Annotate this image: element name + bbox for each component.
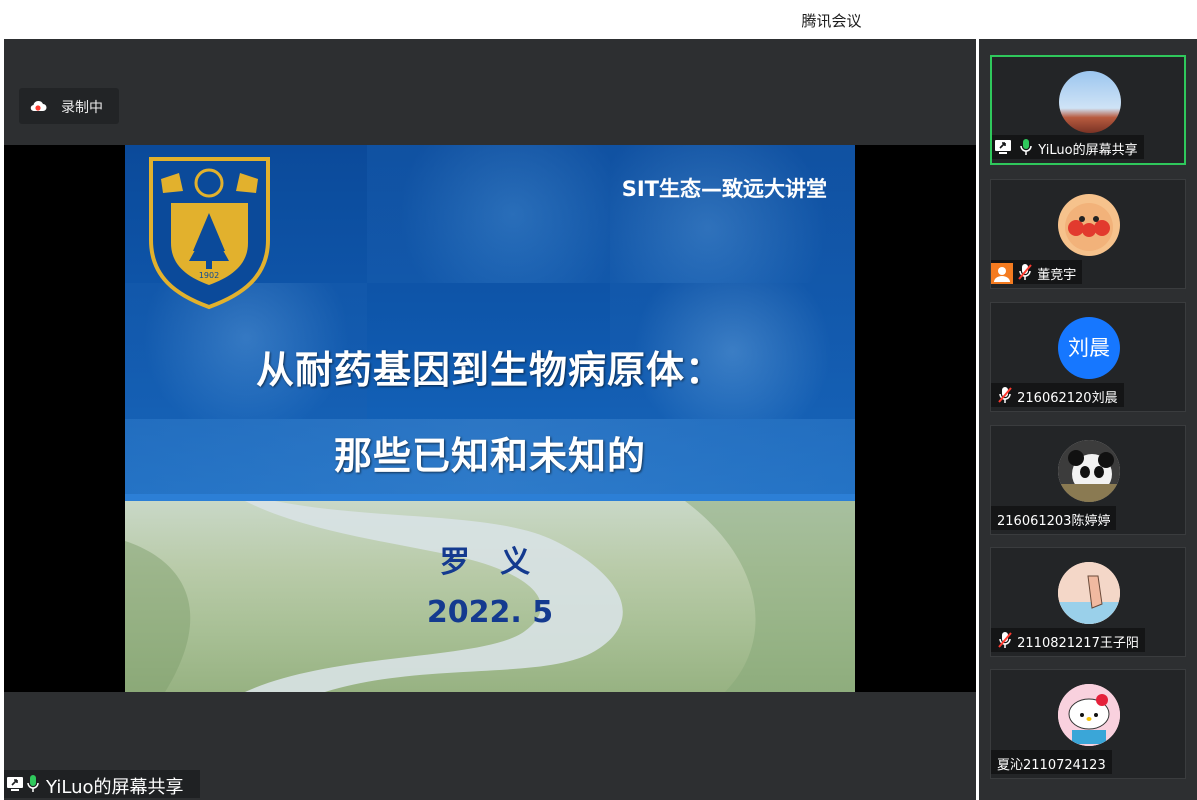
mic-muted-icon bbox=[998, 632, 1012, 648]
hello-kitty-avatar-icon bbox=[1058, 684, 1120, 746]
recording-label: 录制中 bbox=[61, 100, 103, 116]
window-title: 腾讯会议 bbox=[801, 12, 862, 30]
participant-tile[interactable]: YiLuo的屏幕共享 bbox=[990, 55, 1186, 165]
avatar bbox=[1059, 71, 1121, 133]
participant-name: 董竞宇 bbox=[1037, 268, 1077, 283]
participant-name: YiLuo的屏幕共享 bbox=[1038, 143, 1138, 158]
avatar bbox=[1058, 440, 1120, 502]
emblem-year: 1902 bbox=[199, 271, 219, 280]
screen-share-icon bbox=[995, 140, 1011, 154]
participant-name: 216061203陈婷婷 bbox=[997, 514, 1111, 529]
slide-decor-tile bbox=[610, 145, 855, 283]
participant-name: 2110821217王子阳 bbox=[1017, 636, 1139, 651]
slide-title-line2: 那些已知和未知的 bbox=[333, 434, 646, 478]
screen-share-icon bbox=[7, 777, 23, 791]
mic-on-icon bbox=[27, 775, 39, 792]
participant-nametag: 2110821217王子阳 bbox=[991, 628, 1145, 652]
avatar bbox=[1058, 684, 1120, 746]
slide-date: 2022. 5 bbox=[426, 595, 554, 630]
slide-separator bbox=[125, 494, 855, 501]
panda-avatar-icon bbox=[1058, 440, 1120, 502]
anpanman-avatar-icon bbox=[1065, 203, 1113, 251]
recording-indicator[interactable]: 录制中 bbox=[19, 88, 119, 124]
participant-name: 216062120刘晨 bbox=[1017, 391, 1118, 406]
slide-header-text: SIT生态—致远大讲堂 bbox=[621, 177, 827, 201]
participant-nametag: YiLuo的屏幕共享 bbox=[992, 135, 1144, 159]
participant-tile[interactable]: 刘晨 216062120刘晨 bbox=[990, 302, 1186, 412]
participant-nametag: 董竞宇 bbox=[991, 260, 1083, 284]
cloud-record-icon bbox=[30, 100, 47, 112]
participant-name: 夏沁2110724123 bbox=[997, 758, 1106, 773]
shared-slide: 1902 SIT生态—致远大讲堂 从耐药基因到生物病原体： 那些已知和未知的 罗… bbox=[125, 145, 855, 692]
participant-nametag: 216061203陈婷婷 bbox=[991, 506, 1117, 530]
slide-title-line1: 从耐药基因到生物病原体： bbox=[255, 348, 724, 392]
mic-muted-icon bbox=[1018, 264, 1032, 280]
slide-author: 罗 义 bbox=[439, 545, 541, 580]
nanjing-university-emblem-icon: 1902 bbox=[149, 157, 270, 310]
title-bar: 腾讯会议 bbox=[0, 0, 1197, 39]
avatar bbox=[1058, 194, 1120, 256]
slide-decor-tile bbox=[367, 145, 610, 283]
avatar: 刘晨 bbox=[1058, 317, 1120, 379]
mic-on-icon bbox=[1020, 139, 1032, 155]
mic-muted-icon bbox=[998, 387, 1012, 403]
participant-tile[interactable]: 2110821217王子阳 bbox=[990, 547, 1186, 657]
participant-nametag: 夏沁2110724123 bbox=[991, 750, 1112, 774]
avatar bbox=[1058, 562, 1120, 624]
participant-nametag: 216062120刘晨 bbox=[991, 383, 1124, 407]
participant-tile[interactable]: 夏沁2110724123 bbox=[990, 669, 1186, 779]
screen-share-tag: YiLuo的屏幕共享 bbox=[4, 770, 200, 798]
participant-tile[interactable]: 董竞宇 bbox=[990, 179, 1186, 289]
participant-tile[interactable]: 216061203陈婷婷 bbox=[990, 425, 1186, 535]
host-icon bbox=[991, 263, 1013, 284]
screen-share-label: YiLuo的屏幕共享 bbox=[46, 777, 184, 798]
hand-avatar-icon bbox=[1058, 562, 1120, 624]
